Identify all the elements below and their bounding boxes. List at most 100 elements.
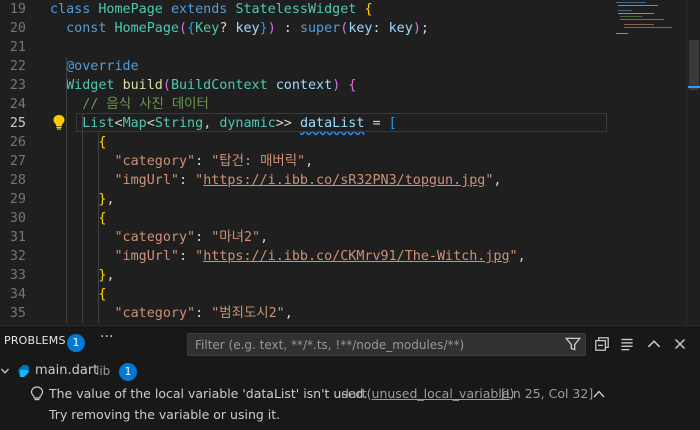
code-text[interactable]: "imgUrl": "https://i.ibb.co/sR32PN3/topg… [50, 171, 502, 190]
code-token: HomePage [114, 21, 180, 36]
code-token: "범죄도시2" [211, 306, 285, 321]
code-token: " [195, 249, 204, 264]
line-number: 29 [9, 192, 26, 207]
editor-scrollbar[interactable] [686, 0, 700, 325]
code-token: , [517, 249, 526, 264]
code-token: , [305, 154, 314, 169]
current-line-highlight [76, 113, 607, 132]
code-token: , [493, 173, 502, 188]
code-token: : [179, 173, 196, 188]
chevron-up-icon[interactable] [592, 389, 606, 399]
collapse-all-icon[interactable] [593, 335, 611, 353]
code-token: super [299, 21, 341, 36]
line-number: 31 [9, 230, 26, 245]
filter-icon[interactable] [564, 335, 582, 353]
code-token: { [364, 2, 373, 17]
line-number: 28 [9, 173, 26, 188]
view-as-list-icon[interactable] [618, 335, 636, 353]
chevron-down-icon[interactable] [0, 366, 10, 376]
line-number: 19 [9, 2, 26, 17]
line-number: 20 [9, 21, 26, 36]
problem-file-folder: lib [96, 364, 111, 378]
code-editor[interactable]: 19 class HomePage extends StatelessWidget… [0, 0, 700, 325]
code-token: { [187, 21, 196, 36]
code-token: { [98, 287, 107, 302]
more-actions-button[interactable]: ··· [100, 329, 113, 345]
code-line[interactable]: 30 { [0, 209, 700, 228]
code-text[interactable]: // 음식 사진 데이터 [50, 95, 209, 114]
code-line[interactable]: 32 "imgUrl": "https://i.ibb.co/CKMrv91/T… [0, 247, 700, 266]
code-token: HomePage [98, 2, 171, 17]
problem-source-link[interactable]: unused_local_variable [372, 386, 510, 401]
filter-placeholder: Filter (e.g. text, **/*.ts, !**/node_mod… [195, 338, 465, 352]
code-line[interactable]: 22 @override [0, 57, 700, 76]
code-token: https://i.ibb.co/sR32PN3/topgun.jpg [203, 173, 486, 188]
maximize-panel-icon[interactable] [645, 335, 663, 353]
tab-problems[interactable]: PROBLEMS [4, 334, 66, 347]
code-line[interactable]: 31 "category": "마녀2", [0, 228, 700, 247]
code-text[interactable]: class HomePage extends StatelessWidget { [50, 0, 373, 19]
scrollbar-thumb[interactable] [689, 40, 699, 90]
code-token: " [509, 249, 518, 264]
code-token: key [235, 21, 260, 36]
code-token: "category" [114, 154, 196, 169]
line-number: 23 [9, 78, 26, 93]
line-number: 26 [9, 135, 26, 150]
code-line[interactable]: 34 { [0, 285, 700, 304]
line-number: 22 [9, 59, 26, 74]
close-icon[interactable] [671, 335, 689, 353]
code-token: ( [179, 21, 188, 36]
code-token: ) [412, 21, 421, 36]
lightbulb-icon[interactable] [52, 114, 66, 130]
code-line[interactable]: 26 { [0, 133, 700, 152]
code-token: : [195, 306, 212, 321]
minimap[interactable] [614, 0, 684, 40]
code-token: "category" [114, 306, 196, 321]
code-token: : [195, 230, 212, 245]
code-token: // 음식 사진 데이터 [82, 97, 209, 112]
file-problem-count-badge: 1 [119, 363, 137, 381]
problem-item[interactable]: The value of the local variable 'dataLis… [0, 383, 700, 405]
dart-file-icon [18, 365, 29, 377]
lightbulb-icon [30, 386, 44, 401]
code-line[interactable]: 35 "category": "범죄도시2", [0, 304, 700, 323]
code-text[interactable]: "category": "범죄도시2", [50, 304, 293, 323]
code-line[interactable]: 23 Widget build(BuildContext context) { [0, 76, 700, 95]
code-token: "category" [114, 230, 196, 245]
code-text[interactable]: "imgUrl": "https://i.ibb.co/CKMrv91/The-… [50, 247, 526, 266]
problem-hint-row: Try removing the variable or using it. [0, 405, 700, 427]
code-line[interactable]: 33 }, [0, 266, 700, 285]
code-token: @override [66, 59, 139, 74]
code-line[interactable]: 29 }, [0, 190, 700, 209]
code-text[interactable]: "category": "탑건: 매버릭", [50, 152, 314, 171]
code-text[interactable]: Widget build(BuildContext context) { [50, 76, 356, 95]
problem-message: The value of the local variable 'dataLis… [49, 386, 368, 401]
problem-file-row[interactable]: main.dart lib 1 [0, 361, 700, 383]
problem-hint: Try removing the variable or using it. [49, 407, 281, 422]
line-number: 30 [9, 211, 26, 226]
line-number: 32 [9, 249, 26, 264]
code-line[interactable]: 27 "category": "탑건: 매버릭", [0, 152, 700, 171]
line-number: 33 [9, 268, 26, 283]
code-line[interactable]: 19 class HomePage extends StatelessWidget… [0, 0, 700, 19]
problem-source-prefix: dart( [341, 386, 372, 401]
line-number: 35 [9, 306, 26, 321]
code-token: , [106, 192, 115, 207]
code-line[interactable]: 24 // 음식 사진 데이터 [0, 95, 700, 114]
filter-input[interactable]: Filter (e.g. text, **/*.ts, !**/node_mod… [187, 333, 586, 356]
code-line[interactable]: 28 "imgUrl": "https://i.ibb.co/sR32PN3/t… [0, 171, 700, 190]
code-text[interactable]: const HomePage({Key? key}) : super(key: … [50, 19, 429, 38]
code-token: class [50, 2, 99, 17]
code-text[interactable]: @override [50, 57, 139, 76]
code-line[interactable]: 21 [0, 38, 700, 57]
code-token: Widget [66, 78, 123, 93]
code-token: build [122, 78, 163, 93]
line-number: 34 [9, 287, 26, 302]
code-line[interactable]: 20 const HomePage({Key? key}) : super(ke… [0, 19, 700, 38]
code-token: BuildContext [170, 78, 276, 93]
